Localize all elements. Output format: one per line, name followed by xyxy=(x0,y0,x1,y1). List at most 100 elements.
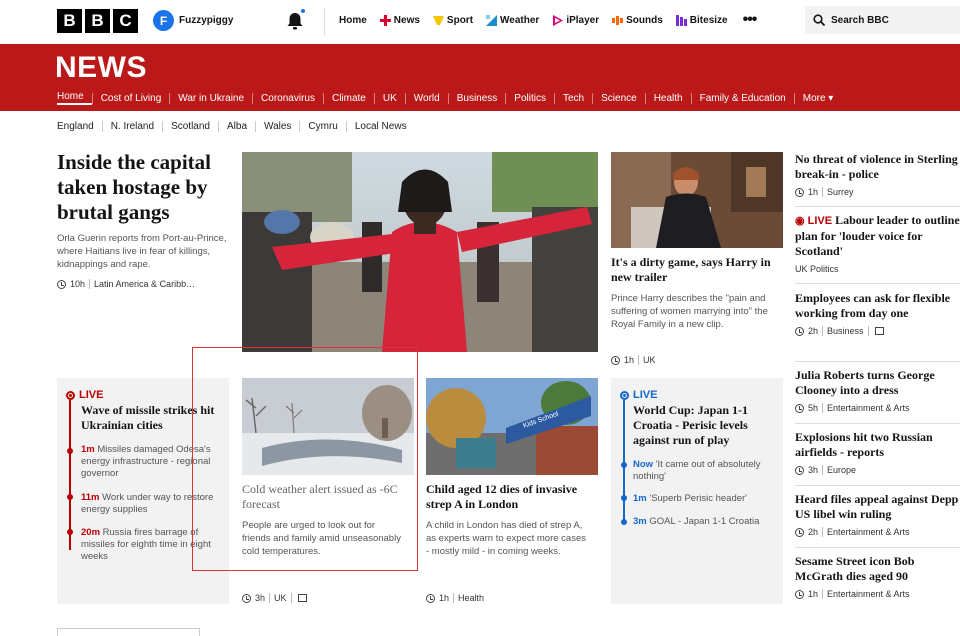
right-story-6-tag[interactable]: Entertainment & Arts xyxy=(827,527,910,537)
search-bbc-button[interactable]: Search BBC xyxy=(805,6,960,34)
news-wordmark[interactable]: NEWS xyxy=(55,51,147,85)
subnav-scotland[interactable]: Scotland xyxy=(162,121,218,132)
right-story-7-headline[interactable]: Sesame Street icon Bob McGrath dies aged… xyxy=(795,554,960,584)
logo-letter-c: C xyxy=(113,9,138,33)
subnav-local-news[interactable]: Local News xyxy=(345,121,415,132)
worldcup-live-item-1[interactable]: Now 'It came out of absolutely nothing' xyxy=(633,459,773,483)
topnav-iplayer[interactable]: iPlayer xyxy=(552,14,600,26)
harry-story-image[interactable] xyxy=(611,152,783,248)
divider xyxy=(795,485,960,486)
clock-icon xyxy=(426,593,435,603)
meta-separator xyxy=(638,355,640,365)
iplayer-icon xyxy=(553,14,564,26)
right-story-4[interactable]: Julia Roberts turns George Clooney into … xyxy=(795,368,960,413)
harry-story-tag[interactable]: UK xyxy=(643,355,656,365)
subnav-england[interactable]: England xyxy=(57,121,102,132)
right-story-1[interactable]: No threat of violence in Sterling break-… xyxy=(795,152,960,197)
right-story-6-time: 2h xyxy=(808,527,819,537)
comments-icon[interactable] xyxy=(297,594,307,602)
right-story-2-tag[interactable]: UK Politics xyxy=(795,264,839,274)
section-health[interactable]: Health xyxy=(644,92,691,104)
right-story-4-tag[interactable]: Entertainment & Arts xyxy=(827,403,910,413)
subnav-wales[interactable]: Wales xyxy=(255,121,299,132)
lead-story-headline[interactable]: Inside the capital taken hostage by brut… xyxy=(57,150,237,225)
section-family-education[interactable]: Family & Education xyxy=(690,92,794,104)
right-story-2-headline[interactable]: ◉ LIVE Labour leader to outline plan for… xyxy=(795,213,960,259)
section-tech[interactable]: Tech xyxy=(553,92,592,104)
account-link[interactable]: F Fuzzypiggy xyxy=(153,10,233,31)
live-badge: LIVE xyxy=(620,389,657,401)
section-cost-of-living[interactable]: Cost of Living xyxy=(91,92,170,104)
subnav-n-ireland[interactable]: N. Ireland xyxy=(101,121,162,132)
right-story-1-headline[interactable]: No threat of violence in Sterling break-… xyxy=(795,152,960,182)
topnav-iplayer-label: iPlayer xyxy=(566,14,600,26)
right-story-7[interactable]: Sesame Street icon Bob McGrath dies aged… xyxy=(795,554,960,599)
user-avatar-icon: F xyxy=(153,10,174,31)
right-story-2[interactable]: ◉ LIVE Labour leader to outline plan for… xyxy=(795,213,960,274)
bitesize-icon xyxy=(675,14,687,26)
section-climate[interactable]: Climate xyxy=(322,92,374,104)
comments-icon[interactable] xyxy=(874,327,884,335)
section-war-in-ukraine[interactable]: War in Ukraine xyxy=(169,92,252,104)
clock-icon xyxy=(795,589,804,599)
topnav-bitesize[interactable]: Bitesize xyxy=(675,14,728,26)
worldcup-live-headline[interactable]: World Cup: Japan 1-1 Croatia - Perisic l… xyxy=(633,403,773,448)
cold-weather-tag[interactable]: UK xyxy=(274,593,287,603)
topnav-sounds-label: Sounds xyxy=(626,14,663,26)
news-icon xyxy=(379,14,391,26)
strep-a-tag[interactable]: Health xyxy=(458,593,484,603)
user-name: Fuzzypiggy xyxy=(179,15,234,26)
topnav-home[interactable]: Home xyxy=(339,15,367,26)
lead-story-tag[interactable]: Latin America & Caribb… xyxy=(94,279,195,289)
right-story-5-tag[interactable]: Europe xyxy=(827,465,856,475)
notifications-bell-icon[interactable] xyxy=(284,9,306,33)
news-banner: NEWS Home Cost of Living War in Ukraine … xyxy=(0,44,960,111)
right-story-3-time: 2h xyxy=(808,326,819,336)
right-story-5-headline[interactable]: Explosions hit two Russian airfields - r… xyxy=(795,430,960,460)
topnav-sport[interactable]: Sport xyxy=(432,15,473,26)
live-label: LIVE xyxy=(79,389,104,401)
strep-a-image[interactable]: Kids School xyxy=(426,378,598,475)
topnav-news[interactable]: News xyxy=(379,14,420,26)
strep-a-headline[interactable]: Child aged 12 dies of invasive strep A i… xyxy=(426,482,598,512)
clock-icon xyxy=(57,279,66,289)
section-business[interactable]: Business xyxy=(447,92,506,104)
section-politics[interactable]: Politics xyxy=(505,92,554,104)
clock-icon xyxy=(795,403,804,413)
live-badge: LIVE xyxy=(66,389,103,401)
subnav-cymru[interactable]: Cymru xyxy=(299,121,345,132)
strep-a-summary: A child in London has died of strep A, a… xyxy=(426,520,586,557)
right-story-6[interactable]: Heard files appeal against Depp US libel… xyxy=(795,492,960,537)
right-story-5[interactable]: Explosions hit two Russian airfields - r… xyxy=(795,430,960,475)
right-story-3-tag[interactable]: Business xyxy=(827,326,864,336)
section-home[interactable]: Home xyxy=(57,91,92,105)
section-science[interactable]: Science xyxy=(592,92,645,104)
live-inline-badge: ◉ LIVE xyxy=(795,215,833,227)
worldcup-live-item-2[interactable]: 1m 'Superb Perisic header' xyxy=(633,493,773,505)
bbc-logo[interactable]: B B C xyxy=(57,9,138,33)
strep-a-meta: 1h Health xyxy=(426,593,484,603)
right-story-3[interactable]: Employees can ask for flexible working f… xyxy=(795,291,960,336)
section-more[interactable]: More ▾ xyxy=(793,92,842,104)
right-story-3-headline[interactable]: Employees can ask for flexible working f… xyxy=(795,291,960,321)
meta-separator xyxy=(269,593,271,603)
lead-story-meta: 10h Latin America & Caribb… xyxy=(57,279,195,289)
right-story-6-headline[interactable]: Heard files appeal against Depp US libel… xyxy=(795,492,960,522)
topnav-sounds[interactable]: Sounds xyxy=(612,15,663,26)
harry-story-headline[interactable]: It's a dirty game, says Harry in new tra… xyxy=(611,255,783,285)
right-story-7-tag[interactable]: Entertainment & Arts xyxy=(827,589,910,599)
section-uk[interactable]: UK xyxy=(373,92,405,104)
more-menu-icon[interactable]: ••• xyxy=(743,11,758,29)
right-story-6-meta: 2h Entertainment & Arts xyxy=(795,527,960,537)
lead-story-image[interactable] xyxy=(242,152,598,352)
worldcup-live-card[interactable]: LIVE World Cup: Japan 1-1 Croatia - Peri… xyxy=(611,378,783,604)
worldcup-live-item-3[interactable]: 3m GOAL - Japan 1-1 Croatia xyxy=(633,516,773,528)
right-story-4-headline[interactable]: Julia Roberts turns George Clooney into … xyxy=(795,368,960,398)
subnav-alba[interactable]: Alba xyxy=(217,121,255,132)
section-coronavirus[interactable]: Coronavirus xyxy=(252,92,323,104)
topnav-weather[interactable]: Weather xyxy=(486,14,539,26)
meta-separator xyxy=(822,527,824,537)
divider xyxy=(795,361,960,362)
section-world[interactable]: World xyxy=(404,92,448,104)
right-story-1-tag[interactable]: Surrey xyxy=(827,187,854,197)
